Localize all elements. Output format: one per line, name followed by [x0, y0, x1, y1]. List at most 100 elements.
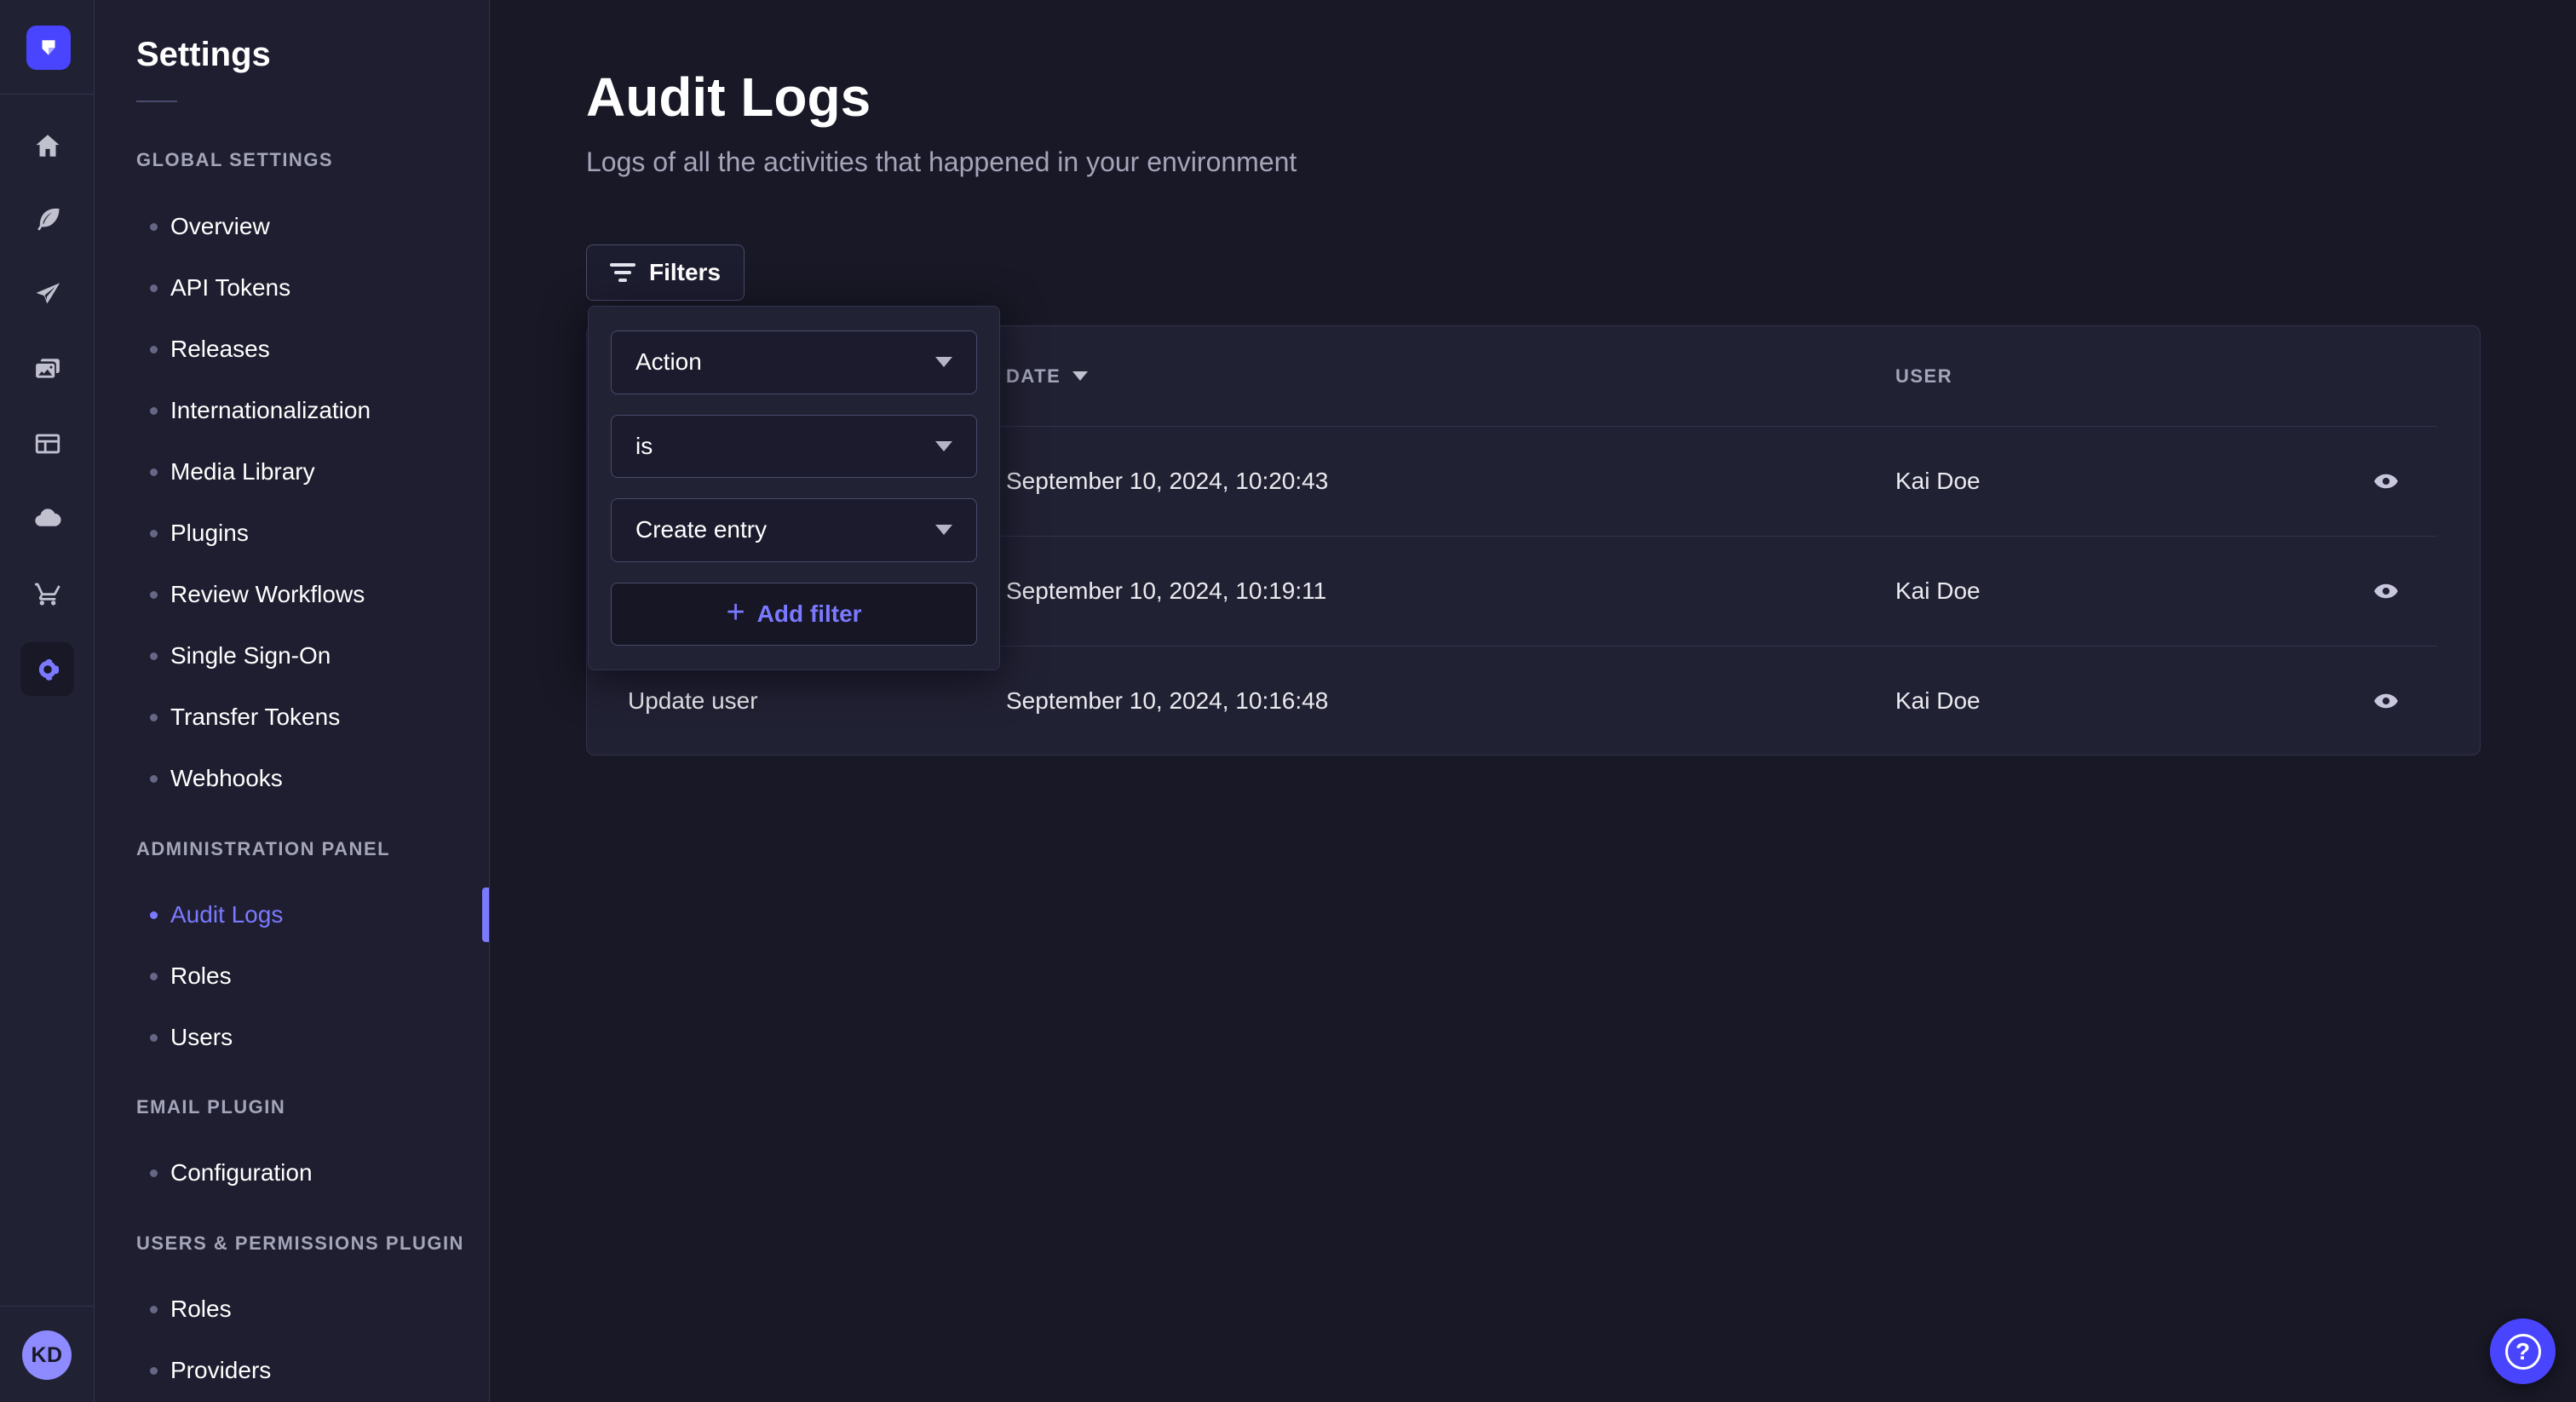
bullet-icon [150, 775, 158, 783]
sidebar-item-up-roles[interactable]: Roles [136, 1278, 489, 1340]
question-mark-icon: ? [2505, 1334, 2541, 1370]
add-filter-button[interactable]: + Add filter [611, 583, 977, 646]
filter-operator-value: is [635, 433, 653, 460]
cloud-icon[interactable] [20, 491, 74, 544]
section-email-plugin: EMAIL PLUGIN [136, 1095, 489, 1119]
chevron-down-icon [935, 441, 952, 451]
bullet-icon [150, 284, 158, 292]
eye-icon [2372, 468, 2400, 495]
bullet-icon [150, 407, 158, 415]
chevron-down-icon [935, 357, 952, 367]
chevron-down-icon [935, 525, 952, 535]
filter-field-select[interactable]: Action [611, 330, 977, 394]
rail-divider-top [0, 94, 95, 95]
subnav-title-divider [136, 101, 177, 102]
filter-icon [610, 263, 635, 282]
marketplace-icon[interactable] [20, 566, 74, 619]
add-filter-label: Add filter [757, 600, 862, 628]
user-avatar[interactable]: KD [22, 1330, 72, 1380]
settings-subnav: Settings GLOBAL SETTINGS Overview API To… [95, 0, 490, 1402]
filter-field-value: Action [635, 348, 702, 376]
filters-button-label: Filters [649, 259, 721, 286]
content-manager-icon[interactable] [20, 192, 74, 245]
sort-descending-icon [1072, 371, 1088, 381]
sidebar-item-label: Transfer Tokens [170, 704, 340, 731]
sidebar-item-label: API Tokens [170, 274, 290, 302]
bullet-icon [150, 1034, 158, 1042]
sidebar-item-api-tokens[interactable]: API Tokens [136, 257, 489, 319]
sidebar-item-label: Plugins [170, 520, 249, 547]
bullet-icon [150, 530, 158, 537]
administration-panel-list: Audit Logs Roles Users [136, 884, 489, 1068]
sidebar-item-admin-users[interactable]: Users [136, 1007, 489, 1068]
sidebar-item-label: Users [170, 1024, 233, 1051]
icon-rail: KD [0, 0, 95, 1402]
global-settings-list: Overview API Tokens Releases Internation… [136, 196, 489, 809]
main-content: Audit Logs Logs of all the activities th… [490, 0, 2576, 1402]
sidebar-item-label: Roles [170, 962, 232, 990]
content-type-builder-icon[interactable] [20, 417, 74, 470]
releases-icon[interactable] [20, 267, 74, 320]
column-header-user: USER [1895, 365, 2332, 388]
column-header-date[interactable]: DATE [1006, 365, 1895, 388]
sidebar-item-review-workflows[interactable]: Review Workflows [136, 564, 489, 625]
sidebar-item-configuration[interactable]: Configuration [136, 1142, 489, 1204]
sidebar-item-releases[interactable]: Releases [136, 319, 489, 380]
filter-popover: Action is Create entry + Add filter [588, 306, 1000, 670]
cell-action: Update user [628, 687, 1006, 715]
strapi-admin: KD Settings GLOBAL SETTINGS Overview API… [0, 0, 2576, 1402]
cell-date: September 10, 2024, 10:16:48 [1006, 687, 1895, 715]
bullet-icon [150, 468, 158, 476]
section-administration-panel: ADMINISTRATION PANEL [136, 837, 489, 861]
sidebar-item-audit-logs[interactable]: Audit Logs [136, 884, 489, 945]
strapi-logo[interactable] [26, 26, 71, 70]
help-button[interactable]: ? [2490, 1319, 2556, 1384]
sidebar-item-label: Audit Logs [170, 901, 283, 928]
cell-user: Kai Doe [1895, 687, 2332, 715]
view-details-button[interactable] [2367, 572, 2405, 610]
sidebar-item-label: Webhooks [170, 765, 283, 792]
sidebar-item-internationalization[interactable]: Internationalization [136, 380, 489, 441]
sidebar-item-media-library[interactable]: Media Library [136, 441, 489, 503]
cell-user: Kai Doe [1895, 468, 2332, 495]
users-permissions-list: Roles Providers [136, 1278, 489, 1401]
bullet-icon [150, 714, 158, 721]
sidebar-item-transfer-tokens[interactable]: Transfer Tokens [136, 687, 489, 748]
bullet-icon [150, 346, 158, 353]
page-title: Audit Logs [586, 65, 871, 129]
bullet-icon [150, 911, 158, 919]
strapi-logo-icon [36, 35, 61, 60]
sidebar-item-up-providers[interactable]: Providers [136, 1340, 489, 1401]
sidebar-item-label: Providers [170, 1357, 271, 1384]
filter-value-value: Create entry [635, 516, 767, 543]
eye-icon [2372, 577, 2400, 605]
sidebar-item-label: Internationalization [170, 397, 371, 424]
plus-icon: + [726, 596, 745, 629]
bullet-icon [150, 223, 158, 231]
filter-operator-select[interactable]: is [611, 415, 977, 479]
sidebar-item-overview[interactable]: Overview [136, 196, 489, 257]
bullet-icon [150, 1306, 158, 1313]
sidebar-item-label: Single Sign-On [170, 642, 331, 669]
cell-date: September 10, 2024, 10:19:11 [1006, 577, 1895, 605]
view-details-button[interactable] [2367, 463, 2405, 500]
sidebar-item-admin-roles[interactable]: Roles [136, 945, 489, 1007]
sidebar-item-label: Overview [170, 213, 270, 240]
cell-date: September 10, 2024, 10:20:43 [1006, 468, 1895, 495]
view-details-button[interactable] [2367, 682, 2405, 720]
sidebar-item-label: Configuration [170, 1159, 313, 1187]
home-icon[interactable] [20, 118, 74, 172]
sidebar-item-label: Media Library [170, 458, 315, 486]
sidebar-item-plugins[interactable]: Plugins [136, 503, 489, 564]
filters-button[interactable]: Filters [586, 244, 745, 301]
sidebar-item-webhooks[interactable]: Webhooks [136, 748, 489, 809]
filter-value-select[interactable]: Create entry [611, 498, 977, 562]
sidebar-item-label: Releases [170, 336, 270, 363]
media-library-icon[interactable] [20, 342, 74, 396]
eye-icon [2372, 687, 2400, 715]
sidebar-item-single-sign-on[interactable]: Single Sign-On [136, 625, 489, 687]
cell-user: Kai Doe [1895, 577, 2332, 605]
settings-icon[interactable] [20, 642, 74, 696]
sidebar-item-label: Review Workflows [170, 581, 365, 608]
bullet-icon [150, 1367, 158, 1375]
